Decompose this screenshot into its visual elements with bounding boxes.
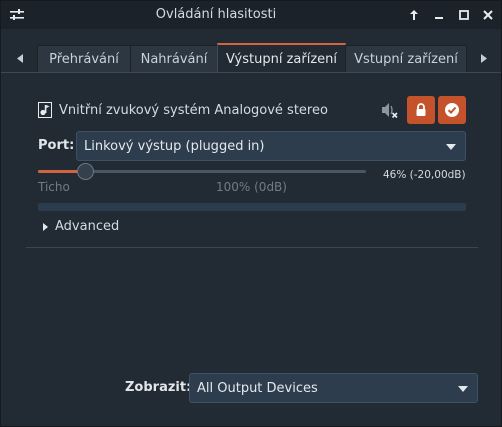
triangle-left-icon [17, 53, 23, 63]
minimize-icon [435, 17, 443, 19]
tab-label: Vstupní zařízení [354, 52, 458, 67]
lock-icon [416, 103, 426, 116]
lock-channels-button[interactable] [407, 96, 435, 124]
set-default-button[interactable] [438, 96, 466, 124]
tab-playback[interactable]: Přehrávání [37, 45, 131, 73]
volume-min-label: Ticho [38, 180, 70, 194]
tab-label: Přehrávání [49, 52, 119, 67]
volume-readout: 46% (-20,00dB) [383, 169, 466, 181]
tab-recording[interactable]: Nahrávání [130, 45, 218, 73]
show-filter-select[interactable]: All Output Devices [189, 373, 478, 403]
triangle-right-icon [481, 53, 487, 63]
separator [26, 247, 478, 248]
chevron-down-icon [458, 386, 468, 392]
maximize-button[interactable] [456, 7, 472, 23]
tab-label: Nahrávání [140, 52, 208, 67]
checkmark-circle-icon [445, 103, 459, 117]
advanced-expander[interactable]: Advanced [43, 219, 119, 234]
tab-scroll-right[interactable] [467, 43, 501, 73]
port-select-value: Linkový výstup (plugged in) [84, 138, 265, 154]
show-filter-value: All Output Devices [197, 380, 318, 396]
title-bar[interactable]: Ovládání hlasitosti [1, 1, 501, 29]
device-name: Vnitřní zvukový systém Analogové stereo [59, 102, 328, 118]
tab-bar: Přehrávání Nahrávání Výstupní zařízení V… [1, 43, 501, 73]
window-title: Ovládání hlasitosti [155, 7, 277, 22]
level-meter [38, 203, 466, 211]
tab-input-devices[interactable]: Vstupní zařízení [345, 45, 467, 73]
expander-arrow-icon [43, 222, 48, 231]
tab-output-devices[interactable]: Výstupní zařízení [217, 43, 346, 73]
keep-above-button[interactable] [406, 7, 422, 23]
volume-100-label: 100% (0dB) [216, 180, 287, 194]
tab-label: Výstupní zařízení [225, 51, 337, 67]
device-header: Vnitřní zvukový systém Analogové stereo [38, 101, 338, 119]
tab-scroll-left[interactable] [3, 43, 37, 73]
close-button[interactable] [480, 7, 496, 23]
tab-divider [1, 72, 501, 73]
speaker-muted-icon [382, 103, 398, 119]
port-select[interactable]: Linkový výstup (plugged in) [76, 131, 466, 161]
advanced-label: Advanced [55, 219, 120, 234]
maximize-icon [459, 10, 469, 20]
volume-slider-handle[interactable] [77, 163, 94, 180]
arrow-up-icon [410, 10, 418, 20]
chevron-down-icon [446, 144, 456, 150]
mute-toggle-button[interactable] [379, 99, 401, 121]
port-label: Port: [38, 138, 75, 153]
volume-slider[interactable] [38, 163, 366, 180]
minimize-button[interactable] [431, 7, 447, 23]
show-label: Zobrazit: [125, 380, 192, 395]
close-icon [483, 10, 493, 20]
volume-control-window: Ovládání hlasitosti Přehrávání Nahrávání… [0, 0, 502, 427]
audio-card-icon [38, 102, 52, 118]
